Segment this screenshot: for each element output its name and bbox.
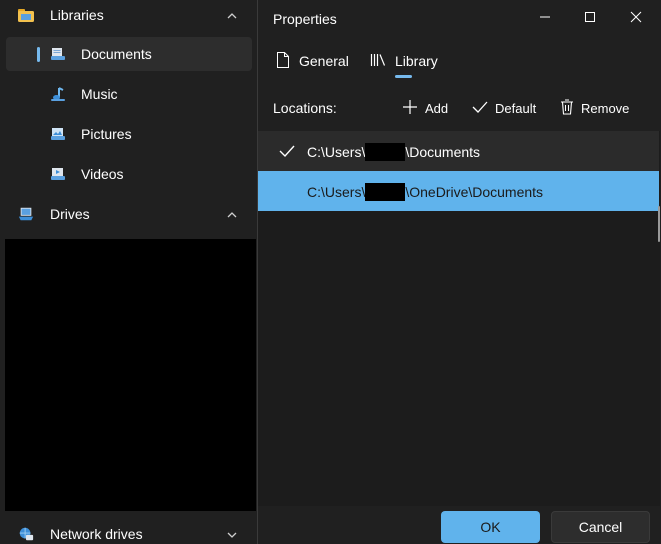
sidebar-section-network-drives[interactable]: Network drives	[6, 517, 252, 544]
sidebar-item-label: Music	[81, 86, 118, 102]
network-drives-icon	[18, 526, 34, 542]
trash-icon	[560, 98, 574, 118]
locations-label: Locations:	[273, 100, 337, 116]
location-path: C:\Users\ \OneDrive\Documents	[307, 183, 543, 201]
remove-label: Remove	[581, 100, 630, 116]
tab-general[interactable]: General	[276, 46, 349, 76]
path-prefix: C:\Users\	[307, 144, 366, 160]
add-location-button[interactable]: Add	[402, 96, 448, 120]
list-scrollbar[interactable]	[658, 206, 660, 242]
close-icon	[630, 10, 642, 26]
maximize-icon	[584, 10, 596, 26]
drives-list-redacted	[5, 239, 256, 511]
sidebar-section-libraries[interactable]: Libraries	[6, 0, 252, 32]
cancel-button[interactable]: Cancel	[551, 511, 650, 543]
add-label: Add	[425, 100, 449, 116]
path-suffix: \Documents	[405, 144, 481, 160]
redacted-username	[365, 143, 406, 161]
sidebar-section-drives-label: Drives	[50, 206, 90, 222]
maximize-button[interactable]	[568, 4, 612, 32]
tab-library-label: Library	[395, 53, 438, 69]
videos-icon	[50, 166, 66, 182]
sidebar-item-documents[interactable]: Documents	[6, 37, 252, 71]
tab-general-label: General	[299, 53, 349, 69]
set-default-button[interactable]: Default	[472, 96, 536, 120]
sidebar-section-network-drives-label: Network drives	[50, 526, 143, 542]
path-prefix: C:\Users\	[307, 184, 366, 200]
documents-icon	[50, 46, 66, 62]
chevron-up-icon[interactable]	[226, 9, 238, 21]
active-tab-indicator	[395, 75, 412, 78]
chevron-down-icon[interactable]	[226, 528, 238, 540]
sidebar-item-label: Documents	[81, 46, 152, 62]
properties-dialog: Properties General Library Locations: Ad…	[258, 0, 661, 544]
sidebar-section-drives[interactable]: Drives	[6, 197, 252, 231]
ok-button[interactable]: OK	[441, 511, 540, 543]
redacted-username	[365, 183, 406, 201]
location-row-selected[interactable]: C:\Users\ \OneDrive\Documents	[258, 171, 659, 211]
navigation-sidebar: Libraries Documents Music Pictures Video…	[0, 0, 257, 544]
sidebar-item-pictures[interactable]: Pictures	[6, 117, 252, 151]
tab-library[interactable]: Library	[370, 46, 438, 76]
location-row-default[interactable]: C:\Users\ \Documents	[258, 131, 659, 171]
dialog-title: Properties	[273, 11, 337, 27]
minimize-button[interactable]	[523, 4, 567, 32]
pictures-icon	[50, 126, 66, 142]
library-icon	[370, 52, 386, 71]
path-suffix: \OneDrive\Documents	[405, 184, 544, 200]
chevron-up-icon[interactable]	[226, 208, 238, 220]
sidebar-section-libraries-label: Libraries	[50, 7, 104, 23]
selection-indicator	[37, 47, 40, 62]
sidebar-item-videos[interactable]: Videos	[6, 157, 252, 191]
music-icon	[50, 86, 66, 102]
drives-icon	[18, 206, 34, 222]
sidebar-item-music[interactable]: Music	[6, 77, 252, 111]
document-icon	[276, 51, 290, 71]
remove-location-button[interactable]: Remove	[560, 96, 629, 120]
default-checkmark-icon	[278, 143, 296, 162]
locations-list: C:\Users\ \Documents C:\Users\ \OneDrive\D…	[258, 131, 660, 506]
minimize-icon	[539, 10, 551, 26]
sidebar-item-label: Videos	[81, 166, 124, 182]
default-label: Default	[495, 100, 537, 116]
sidebar-item-label: Pictures	[81, 126, 132, 142]
location-path: C:\Users\ \Documents	[307, 143, 480, 161]
close-button[interactable]	[614, 4, 658, 32]
checkmark-icon	[472, 99, 488, 118]
libraries-folder-icon	[18, 7, 34, 23]
add-icon	[402, 99, 418, 118]
